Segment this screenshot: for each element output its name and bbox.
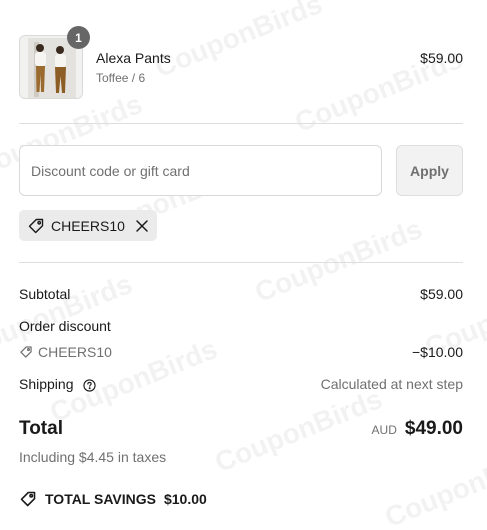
currency-code: AUD bbox=[371, 423, 397, 437]
tag-icon bbox=[27, 217, 45, 235]
applied-code-label: CHEERS10 bbox=[51, 217, 125, 234]
apply-button[interactable]: Apply bbox=[396, 145, 463, 196]
product-variant: Toffee / 6 bbox=[96, 71, 146, 85]
shipping-label: Shipping bbox=[19, 376, 74, 392]
watermark: CouponBirds bbox=[250, 212, 427, 309]
shipping-value: Calculated at next step bbox=[320, 376, 463, 392]
applied-discount-chip: CHEERS10 bbox=[19, 210, 157, 241]
quantity-badge: 1 bbox=[67, 26, 90, 49]
watermark: CouponBirds bbox=[380, 437, 487, 530]
product-price: $59.00 bbox=[420, 50, 463, 66]
discount-code-input[interactable] bbox=[19, 145, 382, 196]
total-amount-wrap: AUD $49.00 bbox=[372, 418, 463, 440]
subtotal-label: Subtotal bbox=[19, 286, 71, 302]
tag-icon bbox=[19, 345, 33, 359]
divider bbox=[19, 262, 463, 263]
subtotal-value: $59.00 bbox=[420, 286, 463, 302]
savings-label: TOTAL SAVINGS bbox=[45, 491, 156, 507]
discount-code-line: CHEERS10 bbox=[19, 344, 112, 360]
tag-icon bbox=[19, 490, 37, 508]
total-savings: TOTAL SAVINGS $10.00 bbox=[19, 490, 207, 508]
taxes-note: Including $4.45 in taxes bbox=[19, 449, 167, 465]
discount-value: −$10.00 bbox=[412, 344, 463, 360]
total-label: Total bbox=[19, 418, 63, 439]
cart-line-item: 1 Alexa Pants Toffee / 6 $59.00 bbox=[19, 26, 463, 99]
discount-code-label: CHEERS10 bbox=[38, 344, 112, 360]
savings-value: $10.00 bbox=[163, 491, 207, 507]
product-name: Alexa Pants bbox=[96, 50, 171, 66]
shipping-label-wrap: Shipping bbox=[19, 376, 97, 392]
question-circle-icon[interactable] bbox=[83, 379, 97, 392]
total-amount: $49.00 bbox=[404, 418, 463, 439]
divider bbox=[19, 123, 463, 124]
order-discount-label: Order discount bbox=[19, 318, 111, 334]
watermark: CouponBirds bbox=[210, 382, 387, 479]
close-icon[interactable] bbox=[135, 219, 149, 233]
